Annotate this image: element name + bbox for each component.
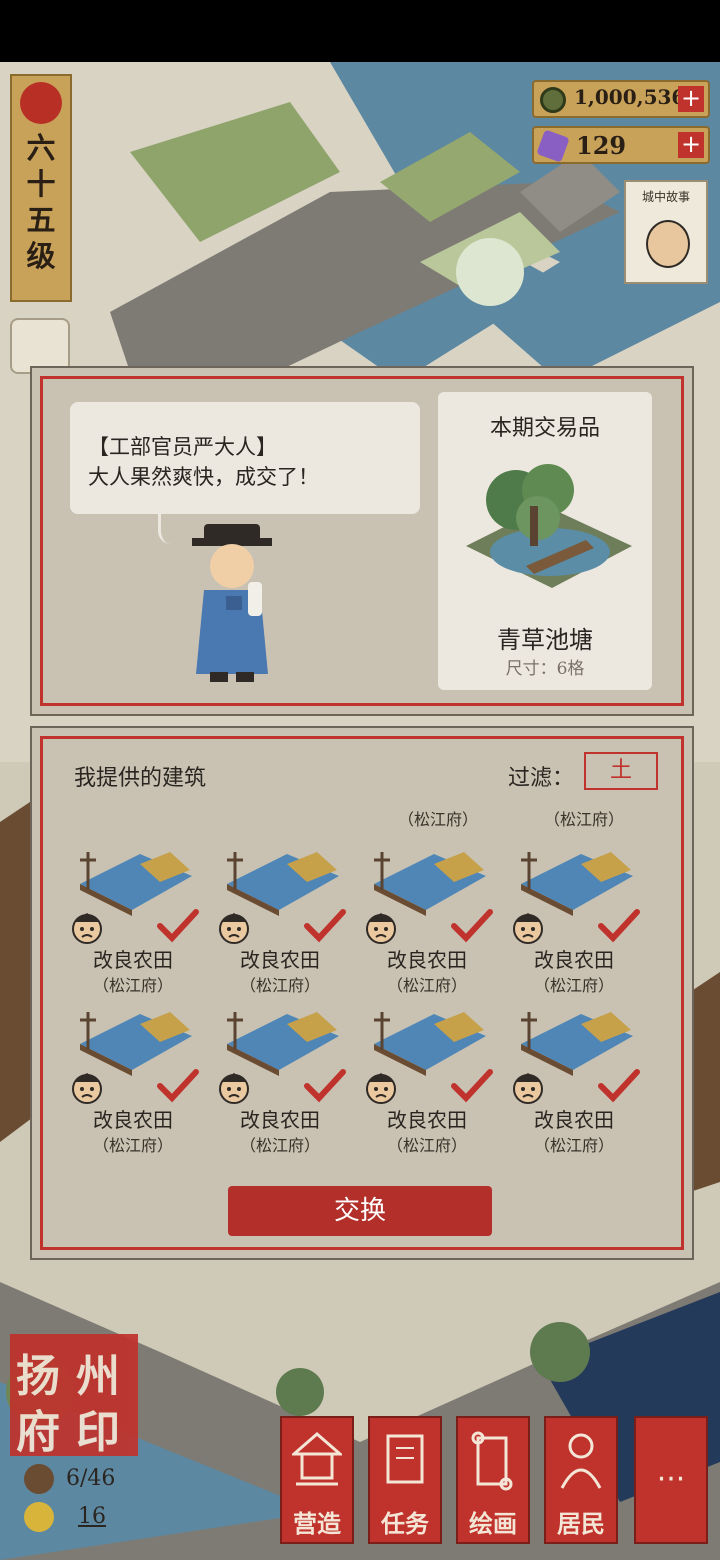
brush-seal-icon <box>20 82 62 124</box>
filter-selector[interactable]: 土 <box>584 752 658 790</box>
owner-face-icon <box>366 1073 396 1104</box>
filter-label: 过滤： <box>508 766 575 791</box>
person-icon <box>560 1433 602 1489</box>
build-label: 营造 <box>293 1509 341 1538</box>
owner-face-icon <box>366 913 396 944</box>
my-buildings-title: 我提供的建筑 <box>74 766 207 791</box>
offer-name: 青草池塘 <box>497 626 593 654</box>
exchange-button[interactable]: 交换 <box>228 1186 492 1236</box>
yangzhou-seal: 扬 州 府 印 <box>10 1334 138 1458</box>
owner-face-icon <box>513 1073 543 1104</box>
checkmark-icon <box>451 909 493 943</box>
checkmark-icon <box>304 1069 346 1103</box>
building-name: 改良农田 <box>93 948 173 972</box>
jade-counter: 129 + <box>532 126 710 164</box>
city-story-button[interactable]: 城中故事 <box>624 180 708 284</box>
coin-face-icon <box>24 1502 54 1532</box>
speaker-name: 【工部官员严大人】 <box>88 435 277 459</box>
building-name: 改良农田 <box>534 1108 614 1132</box>
building-list[interactable]: （松江府） （松江府） 改良农田 （松江府） 改良农田 （松江府） 改良农田 （松江府）改… <box>58 800 678 1174</box>
book-icon <box>386 1434 424 1484</box>
painting-label: 绘画 <box>469 1509 517 1538</box>
painting-button[interactable]: 绘画 <box>456 1416 530 1544</box>
building-region: （松江府） <box>533 976 614 995</box>
building-item[interactable]: 改良农田 （松江府） <box>352 840 493 995</box>
pond-building-icon <box>466 464 632 588</box>
building-item[interactable]: 改良农田 （松江府） <box>205 1000 346 1155</box>
more-label: ··· <box>656 1462 686 1497</box>
jade-gem-icon <box>536 129 570 163</box>
dialogue-text: 【工部官员严大人】 大人果然爽快，成交了！ <box>88 432 319 492</box>
offer-card[interactable]: 本期交易品 青草池塘 尺寸：6格 <box>438 392 652 690</box>
copper-coin-icon <box>540 87 566 113</box>
owner-face-icon <box>72 1073 102 1104</box>
city-seal-panel[interactable]: 扬 州 府 印 6/46 16 <box>10 1334 138 1534</box>
tasks-label: 任务 <box>381 1509 429 1538</box>
building-item[interactable]: 改良农田 （松江府） <box>205 840 346 995</box>
building-item[interactable]: 改良农田 （松江府） <box>499 840 640 995</box>
building-name: 改良农田 <box>240 948 320 972</box>
checkmark-icon <box>598 909 640 943</box>
checkmark-icon <box>157 909 199 943</box>
building-region: （松江府） <box>92 976 173 995</box>
status-bar <box>0 0 720 62</box>
checkmark-icon <box>451 1069 493 1103</box>
partial-item-region: （松江府） <box>397 810 478 829</box>
build-button[interactable]: 营造 <box>280 1416 354 1544</box>
jade-value: 129 <box>576 131 627 160</box>
player-level-banner[interactable]: 六 十 五 级 <box>10 74 72 302</box>
partial-item-region: （松江府） <box>543 810 624 829</box>
owner-face-icon <box>513 913 543 944</box>
building-region: （松江府） <box>239 1136 320 1155</box>
building-name: 改良农田 <box>534 948 614 972</box>
checkmark-icon <box>598 1069 640 1103</box>
building-item[interactable]: 改良农田 （松江府） <box>58 1000 199 1155</box>
seal-char: 印 <box>76 1407 120 1458</box>
villager-face-icon <box>646 220 690 268</box>
residents-label: 居民 <box>557 1509 605 1538</box>
seal-char: 州 <box>76 1351 120 1402</box>
building-region: （松江府） <box>239 976 320 995</box>
checkmark-icon <box>157 1069 199 1103</box>
copper-counter: 1,000,536 + <box>532 80 710 118</box>
residents-button[interactable]: 居民 <box>544 1416 618 1544</box>
offer-size: 尺寸：6格 <box>505 659 585 679</box>
checkmark-icon <box>304 909 346 943</box>
building-item[interactable]: 改良农田 （松江府） <box>58 840 199 995</box>
seal-char: 府 <box>16 1407 60 1458</box>
pavilion-icon <box>292 1432 342 1486</box>
building-region: （松江府） <box>386 976 467 995</box>
tasks-button[interactable]: 任务 <box>368 1416 442 1544</box>
building-region: （松江府） <box>386 1136 467 1155</box>
official-character <box>192 524 272 682</box>
offer-title: 本期交易品 <box>489 416 600 441</box>
building-name: 改良农田 <box>387 948 467 972</box>
more-button[interactable]: ··· <box>634 1416 708 1544</box>
owner-face-icon <box>219 1073 249 1104</box>
level-text: 六 十 五 级 <box>26 131 56 273</box>
coin-count: 16 <box>78 1504 106 1529</box>
scroll-icon <box>471 1431 513 1491</box>
resident-count: 6/46 <box>66 1466 116 1491</box>
building-region: （松江府） <box>92 1136 173 1155</box>
dialogue-line: 大人果然爽快，成交了！ <box>88 465 319 489</box>
building-item[interactable]: 改良农田 （松江府） <box>352 1000 493 1155</box>
owner-face-icon <box>219 913 249 944</box>
building-item[interactable]: 改良农田 （松江府） <box>499 1000 640 1155</box>
building-name: 改良农田 <box>240 1108 320 1132</box>
building-name: 改良农田 <box>387 1108 467 1132</box>
copper-value: 1,000,536 <box>574 85 686 109</box>
resident-icon <box>24 1464 54 1494</box>
building-region: （松江府） <box>533 1136 614 1155</box>
seal-char: 扬 <box>16 1351 60 1402</box>
add-jade-button[interactable]: + <box>678 132 704 158</box>
dialogue-bubble: 【工部官员严大人】 大人果然爽快，成交了！ <box>70 402 420 544</box>
building-name: 改良农田 <box>93 1108 173 1132</box>
owner-face-icon <box>72 913 102 944</box>
city-story-label: 城中故事 <box>641 190 690 204</box>
add-copper-button[interactable]: + <box>678 86 704 112</box>
